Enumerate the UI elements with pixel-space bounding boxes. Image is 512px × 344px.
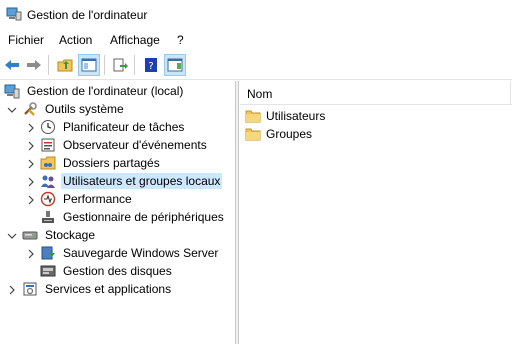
pane-splitter[interactable] <box>236 81 239 344</box>
menu-help[interactable]: ? <box>177 33 184 47</box>
folder-up-icon <box>57 59 73 72</box>
chevron-right-icon[interactable] <box>7 285 17 295</box>
show-hide-action-pane-icon <box>167 58 183 72</box>
chevron-right-icon[interactable] <box>26 123 36 133</box>
export-list-icon <box>113 58 128 72</box>
column-header-label: Nom <box>247 87 273 101</box>
tree-item-label: Gestionnaire de périphériques <box>63 210 224 224</box>
column-header-name[interactable]: Nom <box>240 81 512 105</box>
tree-item-planificateur[interactable]: Planificateur de tâches <box>40 118 186 136</box>
tree-item-label: Planificateur de tâches <box>63 120 185 134</box>
toolbar-separator <box>104 55 105 75</box>
tree-item-services-applications[interactable]: Services et applications <box>22 280 173 298</box>
performance-icon <box>40 191 56 207</box>
tree-item-dossiers-partages[interactable]: Dossiers partagés <box>40 154 162 172</box>
chevron-right-icon[interactable] <box>26 195 36 205</box>
tree-item-observateur[interactable]: Observateur d'événements <box>40 136 209 154</box>
tree-item-label-selected: Utilisateurs et groupes locaux <box>61 173 223 189</box>
tree-item-outils-systeme[interactable]: Outils système <box>22 100 126 118</box>
tree-item-stockage[interactable]: Stockage <box>22 226 97 244</box>
list-item-label: Utilisateurs <box>266 109 326 123</box>
tree-item-label: Performance <box>63 192 132 206</box>
forward-icon <box>27 60 41 70</box>
show-hide-tree-button[interactable] <box>78 54 100 76</box>
backup-icon <box>41 246 55 260</box>
chevron-down-icon[interactable] <box>7 105 17 115</box>
menu-action[interactable]: Action <box>59 33 92 47</box>
tree-item-performance[interactable]: Performance <box>40 190 134 208</box>
menu-bar: Fichier Action Affichage ? <box>0 30 512 50</box>
help-button[interactable]: ? <box>140 54 162 76</box>
tree-item-utilisateurs-groupes[interactable]: Utilisateurs et groupes locaux <box>40 172 223 190</box>
users-icon <box>41 175 55 188</box>
details-pane: Nom Utilisateurs Groupes <box>240 81 512 344</box>
tree-item-label: Observateur d'événements <box>63 138 207 152</box>
folder-icon <box>245 110 261 123</box>
toolbar-separator <box>134 55 135 75</box>
toolbar: ? <box>0 50 512 80</box>
chevron-right-icon[interactable] <box>26 249 36 259</box>
chevron-down-icon[interactable] <box>7 231 17 241</box>
list-item-groupes[interactable]: Groupes <box>245 125 314 143</box>
event-viewer-icon <box>41 138 55 152</box>
tree-item-label: Gestion des disques <box>63 264 172 278</box>
export-list-button[interactable] <box>109 54 131 76</box>
tools-icon <box>24 102 37 116</box>
tree-item-label: Dossiers partagés <box>63 156 160 170</box>
svg-text:?: ? <box>148 61 153 72</box>
console-tree: Gestion de l'ordinateur (local) Outils s… <box>0 81 236 344</box>
chevron-right-icon[interactable] <box>26 177 36 187</box>
menu-fichier[interactable]: Fichier <box>8 33 44 47</box>
device-manager-icon <box>42 211 54 223</box>
tree-item-label: Sauvegarde Windows Server <box>63 246 219 260</box>
chevron-right-icon[interactable] <box>26 141 36 151</box>
tree-root-label: Gestion de l'ordinateur (local) <box>27 84 184 98</box>
computer-management-icon <box>4 84 20 99</box>
tree-item-label: Services et applications <box>45 282 172 296</box>
forward-button[interactable] <box>23 54 45 76</box>
up-one-level-button[interactable] <box>54 54 76 76</box>
tree-item-label: Stockage <box>45 228 96 242</box>
services-icon <box>23 282 37 296</box>
back-button[interactable] <box>1 54 23 76</box>
tree-item-gestionnaire-peripheriques[interactable]: Gestionnaire de périphériques <box>40 208 226 226</box>
tree-item-sauvegarde[interactable]: Sauvegarde Windows Server <box>40 244 220 262</box>
list-item-utilisateurs[interactable]: Utilisateurs <box>245 107 327 125</box>
disk-management-icon <box>40 265 56 277</box>
menu-affichage[interactable]: Affichage <box>110 33 160 47</box>
chevron-right-icon[interactable] <box>26 159 36 169</box>
show-hide-action-pane-button[interactable] <box>164 54 186 76</box>
toolbar-separator <box>48 55 49 75</box>
show-hide-tree-icon <box>81 58 97 72</box>
tree-item-gestion-disques[interactable]: Gestion des disques <box>40 262 174 280</box>
folder-icon <box>245 128 261 141</box>
clock-icon <box>41 120 55 134</box>
shared-folder-icon <box>40 156 56 170</box>
list-item-label: Groupes <box>266 127 313 141</box>
storage-icon <box>22 231 38 240</box>
help-icon: ? <box>145 58 157 72</box>
window-title: Gestion de l'ordinateur <box>27 8 148 22</box>
tree-root[interactable]: Gestion de l'ordinateur (local) <box>4 82 185 100</box>
title-bar: Gestion de l'ordinateur <box>0 0 512 30</box>
computer-management-icon <box>6 7 22 21</box>
tree-item-label: Outils système <box>45 102 124 116</box>
back-icon <box>5 60 19 70</box>
column-separator[interactable] <box>510 81 511 105</box>
